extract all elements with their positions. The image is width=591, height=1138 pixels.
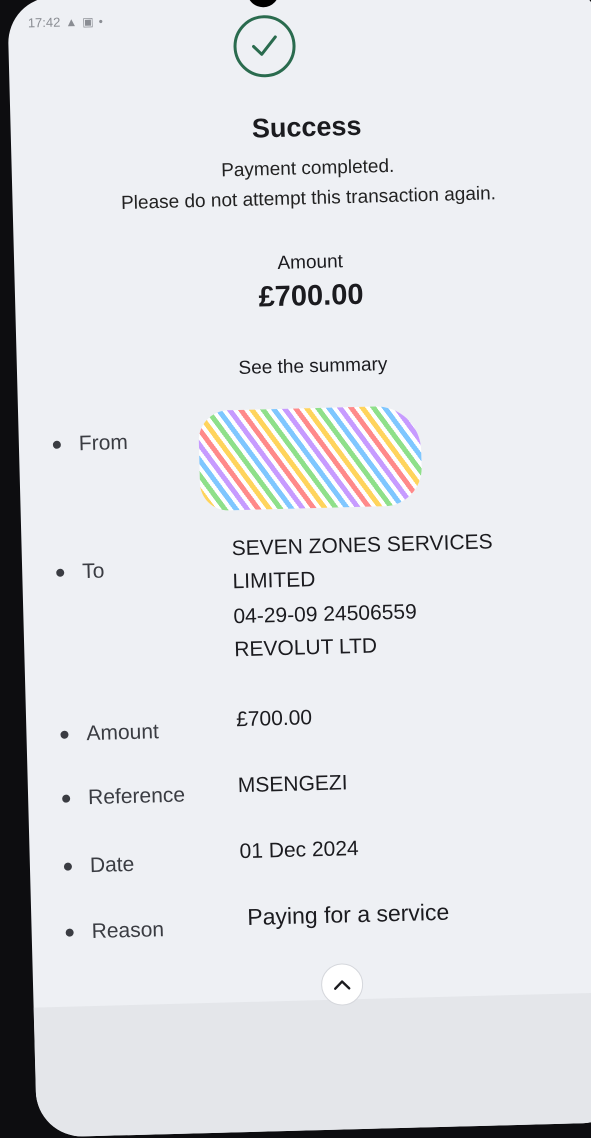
reference-row-label: Reference bbox=[62, 784, 185, 811]
chevron-up-icon bbox=[334, 980, 351, 990]
see-summary-link[interactable]: See the summary bbox=[17, 348, 591, 385]
bullet-icon bbox=[62, 794, 71, 803]
date-row-label: Date bbox=[63, 852, 135, 879]
amount-value: £700.00 bbox=[235, 706, 313, 732]
success-title: Success bbox=[251, 110, 362, 144]
bullet-icon bbox=[56, 568, 65, 577]
date-label: Date bbox=[89, 852, 135, 878]
gallery-icon: ▣ bbox=[82, 14, 94, 29]
amount-label: Amount bbox=[86, 720, 160, 746]
amount-total: £700.00 bbox=[258, 278, 364, 314]
date-value: 01 Dec 2024 bbox=[239, 837, 359, 864]
check-circle-icon bbox=[232, 14, 297, 79]
to-details: SEVEN ZONES SERVICES LIMITED 04-29-09 24… bbox=[231, 525, 495, 666]
to-row-label: To bbox=[56, 560, 105, 585]
from-row-label: From bbox=[52, 430, 129, 457]
amount-row-label: Amount bbox=[60, 720, 159, 747]
bullet-icon bbox=[60, 730, 69, 739]
status-time: 17:42 bbox=[27, 14, 61, 31]
reason-row-label: Reason bbox=[65, 918, 164, 945]
notification-icon: ▲ bbox=[65, 14, 78, 29]
to-label: To bbox=[81, 559, 105, 584]
bullet-icon bbox=[52, 440, 61, 449]
bullet-icon bbox=[63, 862, 73, 871]
reason-value: Paying for a service bbox=[246, 898, 450, 930]
phone-screen: 17:42 ▲ ▣ • Success Payment completed. P… bbox=[7, 0, 591, 1138]
camera-notch bbox=[246, 0, 280, 8]
bullet-icon bbox=[65, 928, 74, 937]
reference-value: MSENGEZI bbox=[237, 771, 348, 798]
reference-label: Reference bbox=[87, 783, 186, 810]
payee-bank: REVOLUT LTD bbox=[234, 634, 378, 662]
from-label: From bbox=[78, 430, 129, 456]
payee-name-line2: LIMITED bbox=[232, 568, 316, 594]
reason-label: Reason bbox=[91, 918, 165, 944]
payee-name-line1: SEVEN ZONES SERVICES bbox=[231, 530, 493, 561]
redacted-from-account bbox=[198, 405, 423, 512]
status-bar: 17:42 ▲ ▣ • bbox=[28, 13, 103, 30]
warning-text: Please do not attempt this transaction a… bbox=[120, 183, 497, 215]
dot-icon: • bbox=[98, 13, 103, 29]
